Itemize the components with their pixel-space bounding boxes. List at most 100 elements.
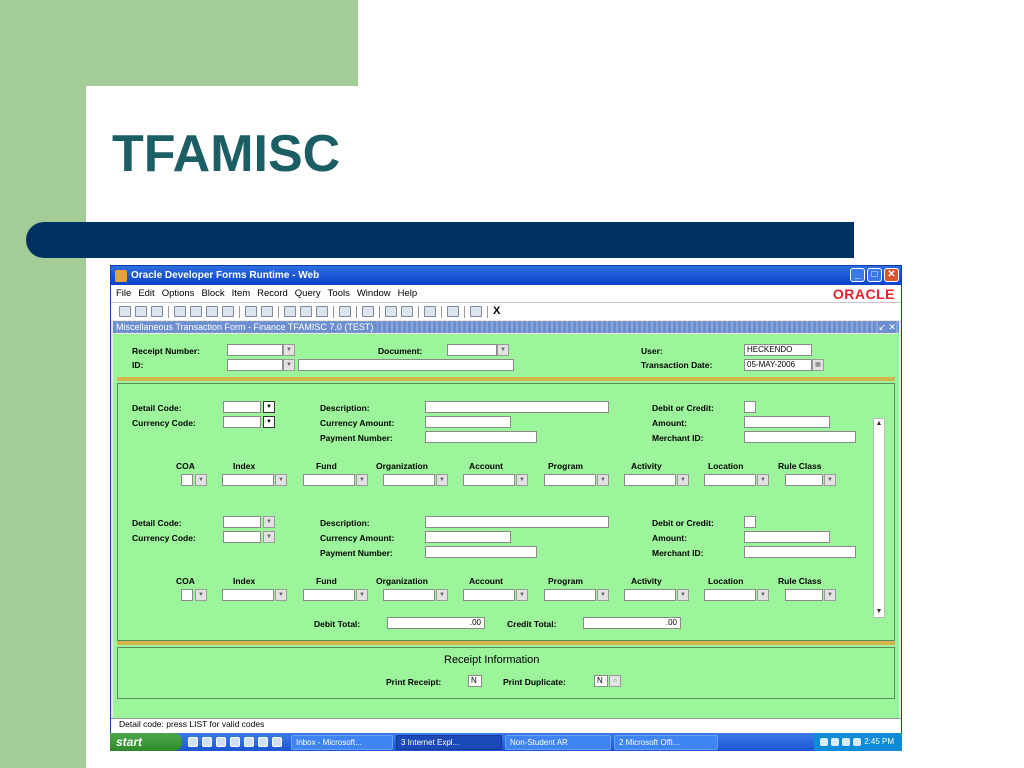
options-icon[interactable]: [447, 306, 459, 317]
account-dropdown-icon[interactable]: ▼: [516, 474, 528, 486]
detail-code-field[interactable]: [223, 516, 261, 528]
debit-total-field[interactable]: .00: [387, 617, 485, 629]
maximize-button[interactable]: □: [867, 268, 882, 282]
debit-credit-field[interactable]: [744, 401, 756, 413]
activity-field[interactable]: [624, 474, 676, 486]
taskbar-item-internet-explorer[interactable]: 3 Internet Expl...: [396, 734, 502, 750]
menu-block[interactable]: Block: [201, 288, 224, 299]
next-record-icon[interactable]: [222, 306, 234, 317]
rule-class-dropdown-icon[interactable]: ▼: [824, 589, 836, 601]
app-icon[interactable]: [258, 737, 268, 747]
activity-dropdown-icon[interactable]: ▼: [677, 589, 689, 601]
location-dropdown-icon[interactable]: ▼: [757, 589, 769, 601]
form-window-controls[interactable]: ↙ ✕: [878, 321, 896, 333]
menu-item[interactable]: Item: [232, 288, 250, 299]
description-field[interactable]: [425, 401, 609, 413]
menu-record[interactable]: Record: [257, 288, 288, 299]
rule-class-field[interactable]: [785, 474, 823, 486]
index-dropdown-icon[interactable]: ▼: [275, 589, 287, 601]
menu-query[interactable]: Query: [295, 288, 321, 299]
location-dropdown-icon[interactable]: ▼: [757, 474, 769, 486]
program-field[interactable]: [544, 474, 596, 486]
rule-class-dropdown-icon[interactable]: ▼: [824, 474, 836, 486]
activity-field[interactable]: [624, 589, 676, 601]
payment-number-field[interactable]: [425, 431, 537, 443]
coa-dropdown-icon[interactable]: ▼: [195, 589, 207, 601]
exit-icon[interactable]: X: [493, 306, 503, 317]
credit-total-field[interactable]: .00: [583, 617, 681, 629]
organization-dropdown-icon[interactable]: ▼: [436, 474, 448, 486]
currency-amount-field[interactable]: [425, 531, 511, 543]
menu-edit[interactable]: Edit: [138, 288, 154, 299]
detail-code-dropdown-icon[interactable]: ▼: [263, 516, 275, 528]
currency-code-dropdown-icon[interactable]: ▼: [263, 416, 275, 428]
program-field[interactable]: [544, 589, 596, 601]
currency-code-field[interactable]: [223, 416, 261, 428]
index-dropdown-icon[interactable]: ▼: [275, 474, 287, 486]
coa-dropdown-icon[interactable]: ▼: [195, 474, 207, 486]
organization-dropdown-icon[interactable]: ▼: [436, 589, 448, 601]
debit-credit-field[interactable]: [744, 516, 756, 528]
print-duplicate-field[interactable]: N: [594, 675, 608, 687]
close-button[interactable]: ✕: [884, 268, 899, 282]
id-name-field[interactable]: [298, 359, 514, 371]
fund-field[interactable]: [303, 589, 355, 601]
menu-help[interactable]: Help: [398, 288, 418, 299]
taskbar-item-microsoft-office[interactable]: 2 Microsoft Offi...: [614, 734, 718, 750]
excel-icon[interactable]: [244, 737, 254, 747]
rule-class-field[interactable]: [785, 589, 823, 601]
start-button[interactable]: start: [110, 733, 182, 751]
amount-field[interactable]: [744, 416, 830, 428]
tray-arrow-icon[interactable]: [820, 738, 829, 746]
calendar-icon[interactable]: ▦: [812, 359, 824, 371]
execute-query-icon[interactable]: [261, 306, 273, 317]
receipt-number-field[interactable]: [227, 344, 283, 356]
print-icon[interactable]: [135, 306, 147, 317]
activity-dropdown-icon[interactable]: ▼: [677, 474, 689, 486]
outlook-icon[interactable]: [202, 737, 212, 747]
detail-code-dropdown-icon[interactable]: ▼: [263, 401, 275, 413]
organization-field[interactable]: [383, 474, 435, 486]
remove-record-icon[interactable]: [300, 306, 312, 317]
taskbar-item-non-student-ar[interactable]: Non-Student AR: [505, 734, 611, 750]
word-icon[interactable]: [230, 737, 240, 747]
list-values-icon[interactable]: [339, 306, 351, 317]
scroll-up-icon[interactable]: ▲: [875, 420, 883, 428]
receipt-number-dropdown-icon[interactable]: ▼: [283, 344, 295, 356]
detail-code-field[interactable]: [223, 401, 261, 413]
location-field[interactable]: [704, 474, 756, 486]
menu-options[interactable]: Options: [162, 288, 195, 299]
save-icon[interactable]: [119, 306, 131, 317]
organization-field[interactable]: [383, 589, 435, 601]
scroll-down-icon[interactable]: ▼: [875, 608, 883, 616]
user-field[interactable]: HECKENDO: [744, 344, 812, 356]
enter-query-icon[interactable]: [245, 306, 257, 317]
account-dropdown-icon[interactable]: ▼: [516, 589, 528, 601]
account-field[interactable]: [463, 474, 515, 486]
location-field[interactable]: [704, 589, 756, 601]
minimize-button[interactable]: _: [850, 268, 865, 282]
merchant-id-field[interactable]: [744, 546, 856, 558]
back-arrow-icon[interactable]: [424, 306, 436, 317]
account-field[interactable]: [463, 589, 515, 601]
delete-record-icon[interactable]: [316, 306, 328, 317]
print-duplicate-option-icon[interactable]: ○: [609, 675, 621, 687]
help-icon[interactable]: [470, 306, 482, 317]
exit-form-icon[interactable]: [151, 306, 163, 317]
next-block-icon[interactable]: [190, 306, 202, 317]
coa-field[interactable]: [181, 474, 193, 486]
merchant-id-field[interactable]: [744, 431, 856, 443]
currency-amount-field[interactable]: [425, 416, 511, 428]
desktop-icon[interactable]: [188, 737, 198, 747]
insert-record-icon[interactable]: [284, 306, 296, 317]
document-field[interactable]: [447, 344, 497, 356]
coa-field[interactable]: [181, 589, 193, 601]
menu-window[interactable]: Window: [357, 288, 391, 299]
previous-record-icon[interactable]: [206, 306, 218, 317]
network-icon[interactable]: [831, 738, 840, 746]
browser-icon[interactable]: [216, 737, 226, 747]
menu-file[interactable]: File: [116, 288, 131, 299]
fund-dropdown-icon[interactable]: ▼: [356, 474, 368, 486]
volume-icon[interactable]: [842, 738, 851, 746]
print-receipt-field[interactable]: N: [468, 675, 482, 687]
